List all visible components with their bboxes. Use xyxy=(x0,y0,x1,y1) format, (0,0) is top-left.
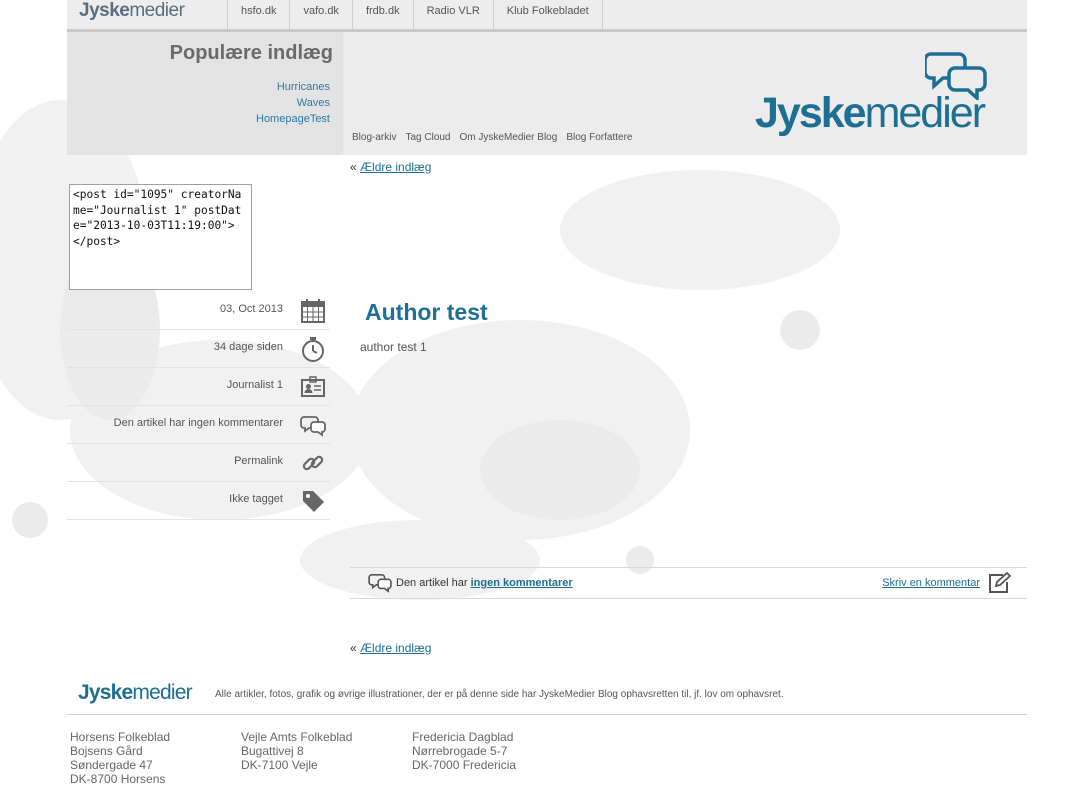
speech-bubbles-icon xyxy=(368,574,392,593)
blog-nav-tag-cloud[interactable]: Tag Cloud xyxy=(405,132,450,143)
address-name: Vejle Amts Folkeblad xyxy=(241,730,353,744)
write-comment-icon[interactable] xyxy=(987,572,1011,594)
meta-author-label[interactable]: Journalist 1 xyxy=(227,379,283,391)
popular-posts-title: Populære indlæg xyxy=(169,42,333,64)
address-line: Søndergade 47 xyxy=(70,758,153,772)
speech-bubbles-icon xyxy=(300,416,326,437)
older-posts-arrow: « xyxy=(350,641,357,655)
brand-logo[interactable]: Jyskemedier xyxy=(755,50,1015,140)
top-nav: hsfo.dk vafo.dk frdb.dk Radio VLR Klub F… xyxy=(227,0,603,29)
header: Populære indlæg Hurricanes Waves Homepag… xyxy=(67,32,1027,155)
top-link-frdb[interactable]: frdb.dk xyxy=(351,0,413,29)
popular-post-item: Hurricanes xyxy=(256,79,330,95)
older-posts-link[interactable]: Ældre indlæg xyxy=(360,641,431,655)
older-posts-arrow: « xyxy=(350,160,357,174)
blog-nav: Blog-arkiv Tag Cloud Om JyskeMedier Blog… xyxy=(352,132,632,143)
tag-icon xyxy=(303,491,324,512)
address-line: DK-8700 Horsens xyxy=(70,772,166,786)
address-name: Fredericia Dagblad xyxy=(412,730,514,744)
meta-age-label: 34 dage siden xyxy=(213,341,283,353)
popular-posts-panel: Populære indlæg Hurricanes Waves Homepag… xyxy=(67,32,343,155)
footer-logo[interactable]: Jyskemedier xyxy=(78,681,193,705)
meta-date-label: 03, Oct 2013 xyxy=(220,303,283,315)
blog-nav-archive[interactable]: Blog-arkiv xyxy=(352,132,396,143)
meta-row-comments: Den artikel har ingen kommentarer xyxy=(67,406,330,444)
write-comment-link[interactable]: Skriv en kommentar xyxy=(882,577,980,589)
older-posts-link[interactable]: Ældre indlæg xyxy=(360,160,431,174)
address-line: Bugattivej 8 xyxy=(241,744,304,758)
post-body: author test 1 xyxy=(360,340,427,354)
meta-row-author: Journalist 1 xyxy=(67,368,330,406)
top-link-hsfo[interactable]: hsfo.dk xyxy=(227,0,289,29)
comment-count-prefix: Den artikel har xyxy=(396,577,468,589)
address-line: DK-7000 Fredericia xyxy=(412,758,517,772)
top-link-radio-vlr[interactable]: Radio VLR xyxy=(412,0,493,29)
stopwatch-icon xyxy=(302,337,324,362)
footer-divider xyxy=(67,714,1027,715)
id-card-icon xyxy=(301,376,325,397)
popular-post-link-homepagetest[interactable]: HomepageTest xyxy=(256,113,330,125)
blog-nav-authors[interactable]: Blog Forfattere xyxy=(566,132,632,143)
address-line: Bojsens Gård xyxy=(70,744,143,758)
meta-comments-label[interactable]: Den artikel har ingen kommentarer xyxy=(114,417,283,429)
address-horsens: Horsens Folkeblad Bojsens Gård Søndergad… xyxy=(70,730,170,786)
brand-wordmark: Jyskemedier xyxy=(755,89,986,137)
popular-post-item: HomepageTest xyxy=(256,111,330,127)
post-xml-box[interactable]: <post id="1095" creatorName="Journalist … xyxy=(69,184,252,290)
popular-post-item: Waves xyxy=(256,95,330,111)
top-bar: Jyskemedier hsfo.dk vafo.dk frdb.dk Radi… xyxy=(67,0,1027,32)
meta-tags-label: Ikke tagget xyxy=(229,493,283,505)
older-posts-nav-top: « Ældre indlæg xyxy=(350,160,431,174)
comment-count-text: Den artikel har ingen kommentarer xyxy=(396,577,573,589)
comment-bar: Den artikel har ingen kommentarer Skriv … xyxy=(350,567,1027,599)
blog-nav-about[interactable]: Om JyskeMedier Blog xyxy=(460,132,558,143)
address-line: DK-7100 Vejle xyxy=(241,758,318,772)
popular-post-link-waves[interactable]: Waves xyxy=(297,97,330,109)
top-logo[interactable]: Jyskemedier xyxy=(79,0,185,22)
top-link-klub-folkebladet[interactable]: Klub Folkebladet xyxy=(492,0,603,29)
older-posts-nav-bottom: « Ældre indlæg xyxy=(350,641,431,655)
address-line: Nørrebrogade 5-7 xyxy=(412,744,508,758)
top-link-vafo[interactable]: vafo.dk xyxy=(289,0,351,29)
meta-row-date: 03, Oct 2013 xyxy=(67,292,330,330)
post-meta-list: 03, Oct 2013 34 dage siden Journalist 1 xyxy=(67,292,330,520)
popular-post-link-hurricanes[interactable]: Hurricanes xyxy=(277,81,330,93)
meta-row-permalink: Permalink xyxy=(67,444,330,482)
meta-row-age: 34 dage siden xyxy=(67,330,330,368)
post-title: Author test xyxy=(365,299,488,325)
address-vejle: Vejle Amts Folkeblad Bugattivej 8 DK-710… xyxy=(241,730,352,772)
meta-row-tags: Ikke tagget xyxy=(67,482,330,520)
chain-link-icon xyxy=(302,455,324,471)
calendar-icon xyxy=(301,299,325,323)
copyright-notice: Alle artikler, fotos, grafik og øvrige i… xyxy=(215,689,784,700)
address-fredericia: Fredericia Dagblad Nørrebrogade 5-7 DK-7… xyxy=(412,730,516,772)
meta-permalink-label[interactable]: Permalink xyxy=(234,455,283,467)
popular-posts-list: Hurricanes Waves HomepageTest xyxy=(256,79,330,127)
address-name: Horsens Folkeblad xyxy=(70,730,171,744)
comments-link[interactable]: ingen kommentarer xyxy=(471,577,573,589)
